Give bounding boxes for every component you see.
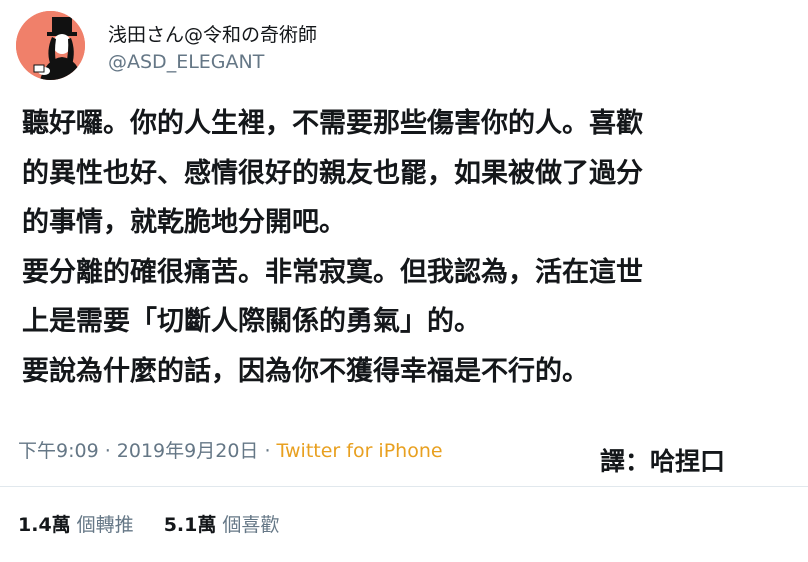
avatar-illustration <box>16 11 85 80</box>
tweet-text: 聽好囉。你的人生裡，不需要那些傷害你的人。喜歡 的異性也好、感情很好的親友也罷，… <box>22 99 792 396</box>
translator-credit: 譯：哈捏口 <box>600 447 726 476</box>
author-display-name[interactable]: 浅田さん@令和の奇術師 <box>108 20 317 47</box>
tweet-source-link[interactable]: Twitter for iPhone <box>277 440 443 462</box>
tweet-line: 的異性也好、感情很好的親友也罷，如果被做了過分 <box>22 157 643 189</box>
tweet-line: 聽好囉。你的人生裡，不需要那些傷害你的人。喜歡 <box>22 108 643 139</box>
tweet-stats: 1.4萬 個轉推 5.1萬 個喜歡 <box>18 510 279 537</box>
tweet-line: 要說為什麼的話，因為你不獲得幸福是不行的。 <box>22 355 589 387</box>
likes-stat[interactable]: 5.1萬 個喜歡 <box>164 510 280 537</box>
likes-label: 個喜歡 <box>222 514 280 536</box>
tweet-line: 要分離的確很痛苦。非常寂寞。但我認為，活在這世 <box>22 256 643 288</box>
retweets-stat[interactable]: 1.4萬 個轉推 <box>18 510 134 537</box>
tweet-meta: 下午9:09 · 2019年9月20日 · Twitter for iPhone <box>18 436 443 463</box>
tweet-line: 上是需要「切斷人際關係的勇氣」的。 <box>22 306 481 337</box>
tweet-time[interactable]: 下午9:09 <box>18 440 99 462</box>
author-handle[interactable]: @ASD_ELEGANT <box>108 51 264 73</box>
meta-separator: · <box>98 440 117 462</box>
likes-count: 5.1萬 <box>163 514 217 536</box>
tweet-date[interactable]: 2019年9月20日 <box>117 440 259 462</box>
meta-separator: · <box>258 440 277 462</box>
retweets-count: 1.4萬 <box>18 514 71 536</box>
divider <box>0 486 808 487</box>
tweet-line: 的事情，就乾脆地分開吧。 <box>22 207 346 238</box>
avatar[interactable] <box>16 11 85 80</box>
retweets-label: 個轉推 <box>76 514 134 536</box>
